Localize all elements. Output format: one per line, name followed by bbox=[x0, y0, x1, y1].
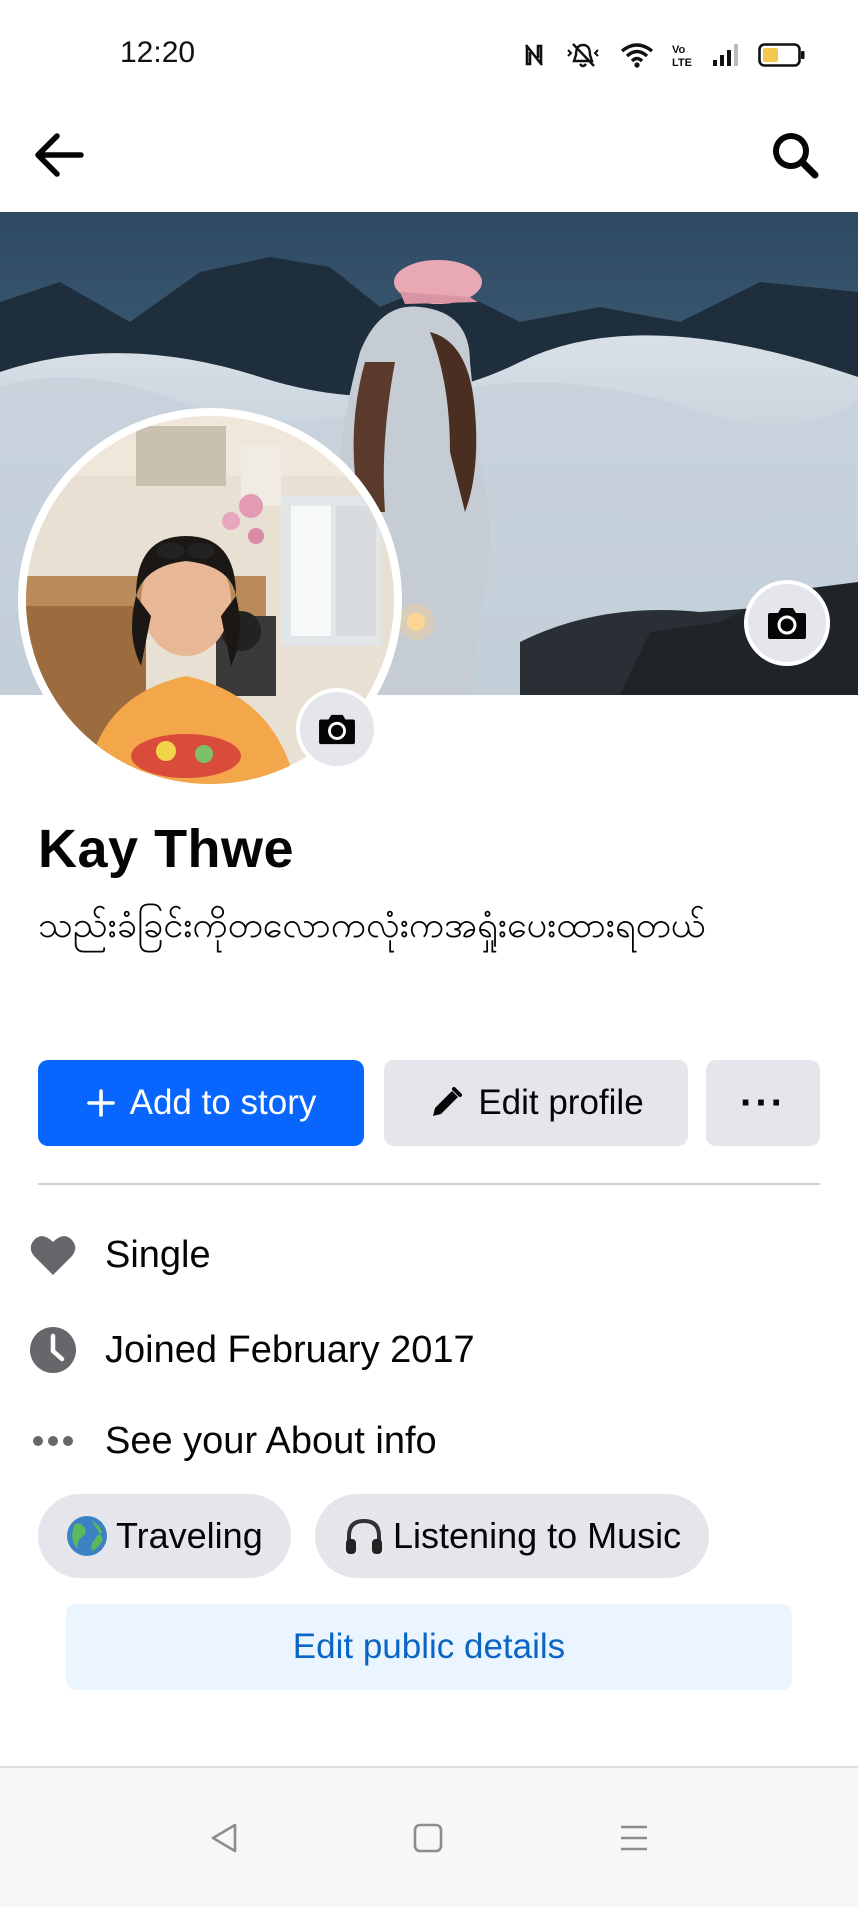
nav-menu-button[interactable] bbox=[604, 1808, 664, 1868]
wifi-icon bbox=[620, 41, 654, 69]
more-dots-icon bbox=[28, 1416, 78, 1466]
more-options-button[interactable]: ··· bbox=[706, 1060, 820, 1146]
more-options-label: ··· bbox=[740, 1080, 786, 1125]
add-to-story-button[interactable]: Add to story bbox=[38, 1060, 364, 1146]
cover-camera-button[interactable] bbox=[744, 580, 830, 666]
profile-name: Kay Thwe bbox=[38, 819, 295, 879]
volte-icon: Vo LTE bbox=[672, 41, 694, 69]
nfc-icon bbox=[522, 42, 546, 68]
joined-date: Joined February 2017 bbox=[105, 1328, 475, 1371]
plus-icon bbox=[86, 1088, 116, 1118]
info-row-relationship: Single bbox=[0, 1220, 858, 1290]
see-about-info-link[interactable]: See your About info bbox=[105, 1420, 437, 1463]
hobby-chip-traveling[interactable]: Traveling bbox=[38, 1494, 291, 1578]
hobby-label: Traveling bbox=[116, 1515, 263, 1556]
clock-icon bbox=[28, 1325, 78, 1375]
edit-public-details-button[interactable]: Edit public details bbox=[66, 1604, 792, 1690]
nav-menu-icon bbox=[621, 1825, 647, 1851]
profile-actions: Add to story Edit profile ··· bbox=[38, 1060, 820, 1146]
nav-home-icon bbox=[413, 1823, 443, 1853]
svg-text:Vo: Vo bbox=[672, 44, 686, 56]
nav-home-button[interactable] bbox=[398, 1808, 458, 1868]
profile-page: 12:20 Vo LTE Kay Thwe သည်းခံခြင်းကိုတလော… bbox=[0, 0, 858, 1907]
info-row-joined: Joined February 2017 bbox=[0, 1315, 858, 1385]
arrow-left-icon bbox=[35, 133, 84, 177]
nav-back-icon bbox=[211, 1823, 237, 1853]
battery-icon bbox=[758, 42, 806, 68]
status-time: 12:20 bbox=[120, 36, 196, 69]
add-to-story-label: Add to story bbox=[129, 1083, 317, 1122]
status-bar: 12:20 Vo LTE bbox=[0, 0, 858, 100]
app-bar bbox=[0, 100, 858, 210]
camera-icon bbox=[768, 608, 806, 639]
section-divider bbox=[38, 1183, 820, 1185]
vibrate-icon bbox=[564, 41, 602, 69]
search-button[interactable] bbox=[760, 120, 830, 190]
relationship-status: Single bbox=[105, 1233, 211, 1276]
signal-icon bbox=[712, 42, 740, 68]
profile-bio: သည်းခံခြင်းကိုတလောကလုံးကအရှုံးပေးထားရတယ် bbox=[38, 905, 706, 946]
heart-icon bbox=[28, 1230, 78, 1280]
edit-profile-button[interactable]: Edit profile bbox=[384, 1060, 688, 1146]
svg-text:LTE: LTE bbox=[672, 57, 692, 69]
info-row-about[interactable]: See your About info bbox=[0, 1406, 858, 1476]
system-nav-bar bbox=[0, 1768, 858, 1907]
hobby-chip-music[interactable]: Listening to Music bbox=[315, 1494, 710, 1578]
headphones-icon bbox=[343, 1515, 385, 1557]
pencil-icon bbox=[428, 1085, 464, 1121]
camera-icon bbox=[319, 714, 355, 745]
status-icons: Vo LTE bbox=[522, 38, 806, 72]
globe-icon bbox=[66, 1515, 108, 1557]
back-button[interactable] bbox=[24, 120, 94, 190]
nav-back-button[interactable] bbox=[194, 1808, 254, 1868]
hobby-label: Listening to Music bbox=[393, 1515, 682, 1556]
search-icon bbox=[773, 133, 819, 179]
profile-camera-button[interactable] bbox=[296, 688, 378, 770]
edit-profile-label: Edit profile bbox=[478, 1083, 644, 1122]
